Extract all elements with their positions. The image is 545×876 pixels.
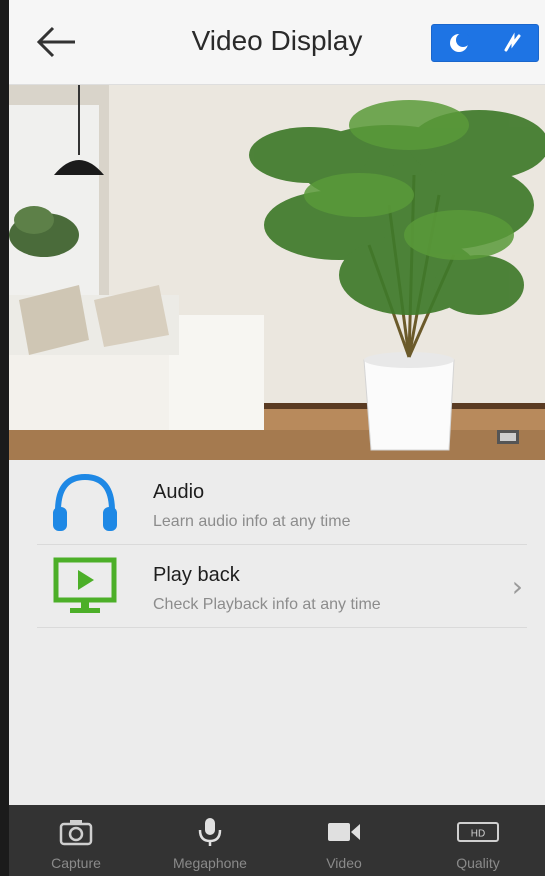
fast-forward-icon [504, 32, 520, 52]
divider [37, 544, 527, 545]
chevron-right-icon: › [511, 570, 523, 603]
tab-quality-label: Quality [456, 855, 500, 871]
video-frame-image [9, 85, 545, 460]
bottom-toolbar: Capture Megaphone Video HD Quality [9, 805, 545, 876]
svg-text:HD: HD [471, 829, 485, 840]
audio-title: Audio [153, 481, 205, 503]
list-item-playback[interactable]: Play back Check Playback info at any tim… [37, 548, 527, 624]
video-feed[interactable] [9, 85, 545, 460]
playback-title: Play back [153, 564, 240, 586]
feature-list: Audio Learn audio info at any time Play … [9, 460, 545, 805]
headphones-icon [53, 473, 117, 531]
left-edge-strip [0, 0, 9, 876]
tab-video[interactable]: Video [284, 805, 404, 876]
hd-icon: HD [457, 822, 499, 842]
mode-toggle-group [431, 24, 539, 62]
divider [37, 627, 527, 628]
tab-megaphone-label: Megaphone [173, 855, 247, 871]
video-camera-icon [328, 823, 360, 841]
header-bar: Video Display [9, 0, 545, 85]
moon-icon [449, 33, 470, 52]
tab-capture[interactable]: Capture [16, 805, 136, 876]
monitor-play-icon [53, 557, 117, 613]
mode-two-button[interactable] [492, 28, 532, 58]
list-item-audio[interactable]: Audio Learn audio info at any time [37, 465, 527, 541]
audio-subtitle: Learn audio info at any time [153, 513, 351, 530]
playback-subtitle: Check Playback info at any time [153, 596, 381, 613]
camera-icon [59, 820, 93, 846]
tab-capture-label: Capture [51, 855, 101, 871]
tab-megaphone[interactable]: Megaphone [150, 805, 270, 876]
microphone-icon [198, 818, 222, 846]
tab-quality[interactable]: HD Quality [418, 805, 538, 876]
night-mode-button[interactable] [439, 28, 479, 58]
tab-video-label: Video [326, 855, 362, 871]
